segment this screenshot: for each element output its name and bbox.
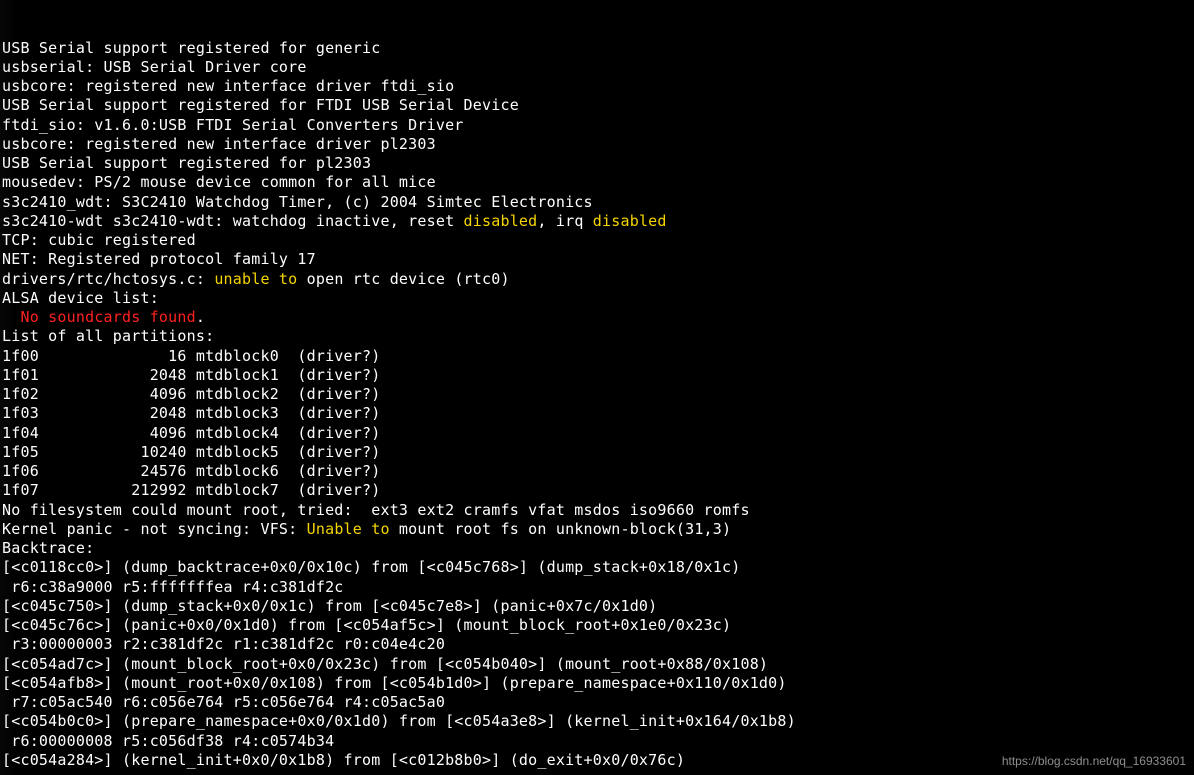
terminal-line: 1f00 16 mtdblock0 (driver?): [2, 347, 1194, 366]
terminal-text: [<c054b0c0>] (prepare_namespace+0x0/0x1d…: [2, 712, 796, 730]
terminal-text: r6:00000008 r5:c056df38 r4:c0574b34: [2, 732, 334, 750]
terminal-text: List of all partitions:: [2, 327, 214, 345]
terminal-line: USB Serial support registered for pl2303: [2, 154, 1194, 173]
terminal-line: usbcore: registered new interface driver…: [2, 135, 1194, 154]
terminal-text: 1f03 2048 mtdblock3 (driver?): [2, 404, 380, 422]
terminal-text: usbserial: USB Serial Driver core: [2, 58, 307, 76]
terminal-line: [<c054afb8>] (mount_root+0x0/0x108) from…: [2, 674, 1194, 693]
cursor-row: [0, 756, 49, 774]
terminal-text: 1f02 4096 mtdblock2 (driver?): [2, 385, 380, 403]
terminal-line: NET: Registered protocol family 17: [2, 250, 1194, 269]
terminal-text: usbcore: registered new interface driver…: [2, 77, 454, 95]
terminal-text: r7:c05ac540 r6:c056e764 r5:c056e764 r4:c…: [2, 693, 445, 711]
terminal-text: drivers/rtc/hctosys.c:: [2, 270, 214, 288]
terminal-text: 1f04 4096 mtdblock4 (driver?): [2, 424, 380, 442]
terminal-text: NET: Registered protocol family 17: [2, 250, 316, 268]
terminal-line: drivers/rtc/hctosys.c: unable to open rt…: [2, 270, 1194, 289]
terminal-line: No soundcards found.: [2, 308, 1194, 327]
terminal-line: TCP: cubic registered: [2, 231, 1194, 250]
terminal-text: [<c0118cc0>] (dump_backtrace+0x0/0x10c) …: [2, 558, 740, 576]
watermark: https://blog.csdn.net/qq_16933601: [1002, 752, 1186, 771]
terminal-text: [<c054a284>] (kernel_init+0x0/0x1b8) fro…: [2, 751, 685, 769]
terminal-text: TCP: cubic registered: [2, 231, 196, 249]
terminal-text: Kernel panic - not syncing: VFS:: [2, 520, 307, 538]
terminal-line: Backtrace:: [2, 539, 1194, 558]
terminal-line: Kernel panic - not syncing: VFS: Unable …: [2, 520, 1194, 539]
terminal-line: 1f06 24576 mtdblock6 (driver?): [2, 462, 1194, 481]
terminal-line: [<c054b0c0>] (prepare_namespace+0x0/0x1d…: [2, 712, 1194, 731]
terminal-line: r3:00000003 r2:c381df2c r1:c381df2c r0:c…: [2, 635, 1194, 654]
terminal-text: Unable to: [307, 520, 390, 538]
terminal-line: r6:00000008 r5:c056df38 r4:c0574b34: [2, 732, 1194, 751]
terminal-text: 1f07 212992 mtdblock7 (driver?): [2, 481, 380, 499]
terminal-line: USB Serial support registered for generi…: [2, 39, 1194, 58]
terminal-text: mount root fs on unknown-block(31,3): [390, 520, 732, 538]
terminal-line: s3c2410-wdt s3c2410-wdt: watchdog inacti…: [2, 212, 1194, 231]
terminal-text: [<c045c76c>] (panic+0x0/0x1d0) from [<c0…: [2, 616, 731, 634]
terminal-text: No filesystem could mount root, tried: e…: [2, 501, 750, 519]
terminal-line: [<c054ad7c>] (mount_block_root+0x0/0x23c…: [2, 655, 1194, 674]
terminal-text: 1f00 16 mtdblock0 (driver?): [2, 347, 380, 365]
terminal-text: unable to: [214, 270, 297, 288]
terminal-text: open rtc device (rtc0): [297, 270, 509, 288]
terminal-text: Backtrace:: [2, 539, 94, 557]
terminal-text: [<c054afb8>] (mount_root+0x0/0x108) from…: [2, 674, 787, 692]
terminal-text: .: [196, 308, 205, 326]
terminal-text: 1f06 24576 mtdblock6 (driver?): [2, 462, 380, 480]
terminal-text: s3c2410-wdt s3c2410-wdt: watchdog inacti…: [2, 212, 464, 230]
terminal-line: s3c2410_wdt: S3C2410 Watchdog Timer, (c)…: [2, 193, 1194, 212]
terminal-line: USB Serial support registered for FTDI U…: [2, 96, 1194, 115]
terminal-text: [<c054ad7c>] (mount_block_root+0x0/0x23c…: [2, 655, 768, 673]
terminal-line: r7:c05ac540 r6:c056e764 r5:c056e764 r4:c…: [2, 693, 1194, 712]
terminal-text: USB Serial support registered for generi…: [2, 39, 380, 57]
terminal-text: USB Serial support registered for FTDI U…: [2, 96, 519, 114]
terminal-text: 1f01 2048 mtdblock1 (driver?): [2, 366, 380, 384]
terminal-text: USB Serial support registered for pl2303: [2, 154, 371, 172]
terminal-text: [2, 308, 20, 326]
terminal-text: r6:c38a9000 r5:fffffffea r4:c381df2c: [2, 578, 344, 596]
terminal-text: disabled: [464, 212, 538, 230]
terminal-text: No soundcards found: [20, 308, 195, 326]
terminal-text: , irq: [537, 212, 592, 230]
terminal-text: ALSA device list:: [2, 289, 159, 307]
terminal-line: List of all partitions:: [2, 327, 1194, 346]
terminal-line: mousedev: PS/2 mouse device common for a…: [2, 173, 1194, 192]
terminal-line: ALSA device list:: [2, 289, 1194, 308]
terminal-text: mousedev: PS/2 mouse device common for a…: [2, 173, 436, 191]
terminal-line: ftdi_sio: v1.6.0:USB FTDI Serial Convert…: [2, 116, 1194, 135]
terminal-text: s3c2410_wdt: S3C2410 Watchdog Timer, (c)…: [2, 193, 593, 211]
terminal-text: disabled: [593, 212, 667, 230]
terminal-line: r6:c38a9000 r5:fffffffea r4:c381df2c: [2, 578, 1194, 597]
terminal-text: usbcore: registered new interface driver…: [2, 135, 436, 153]
terminal-line: [<c045c750>] (dump_stack+0x0/0x1c) from …: [2, 597, 1194, 616]
terminal-line: 1f05 10240 mtdblock5 (driver?): [2, 443, 1194, 462]
terminal-text: ftdi_sio: v1.6.0:USB FTDI Serial Convert…: [2, 116, 464, 134]
terminal-line: [<c045c76c>] (panic+0x0/0x1d0) from [<c0…: [2, 616, 1194, 635]
terminal-text: [<c045c750>] (dump_stack+0x0/0x1c) from …: [2, 597, 657, 615]
terminal-line: [<c0118cc0>] (dump_backtrace+0x0/0x10c) …: [2, 558, 1194, 577]
terminal-line: usbcore: registered new interface driver…: [2, 77, 1194, 96]
terminal-line: 1f04 4096 mtdblock4 (driver?): [2, 424, 1194, 443]
terminal-line: usbserial: USB Serial Driver core: [2, 58, 1194, 77]
terminal-text: r3:00000003 r2:c381df2c r1:c381df2c r0:c…: [2, 635, 445, 653]
terminal-line: 1f01 2048 mtdblock1 (driver?): [2, 366, 1194, 385]
terminal-text: 1f05 10240 mtdblock5 (driver?): [2, 443, 380, 461]
terminal-line: 1f03 2048 mtdblock3 (driver?): [2, 404, 1194, 423]
terminal-line: 1f07 212992 mtdblock7 (driver?): [2, 481, 1194, 500]
terminal-line: No filesystem could mount root, tried: e…: [2, 501, 1194, 520]
terminal-output[interactable]: USB Serial support registered for generi…: [0, 0, 1194, 775]
terminal-line: 1f02 4096 mtdblock2 (driver?): [2, 385, 1194, 404]
